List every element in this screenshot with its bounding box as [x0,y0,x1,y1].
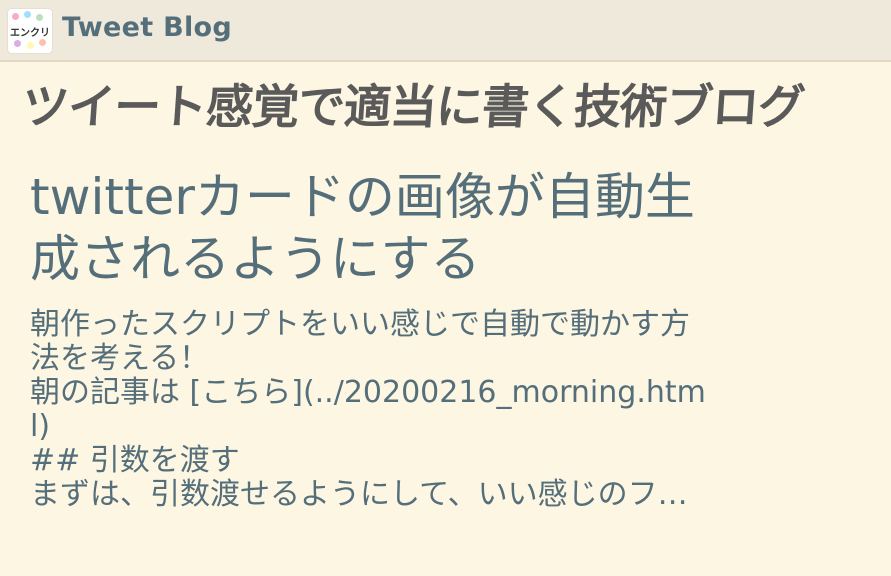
post-title-line: twitterカードの画像が自動生 [30,168,695,226]
logo-dot [36,14,43,21]
site-logo[interactable]: エンクリ [8,9,52,53]
excerpt-line: 朝の記事は [こちら](../20200216_morning.htm [30,375,706,410]
post-title-line: 成されるようにする [30,230,481,288]
excerpt-line: 朝作ったスクリプトをいい感じで自動で動かす方 [30,307,690,342]
excerpt-line: l) [30,409,51,444]
logo-dot [14,40,21,47]
logo-dot [39,39,46,46]
excerpt-line: 法を考える！ [30,341,210,376]
excerpt-line: まずは、引数渡せるようにして、いい感じのフ… [30,477,688,512]
post-excerpt: 朝作ったスクリプトをいい感じで自動で動かす方 法を考える！ 朝の記事は [こちら… [30,308,860,512]
logo-dot [12,13,19,20]
excerpt-line: ## 引数を渡す [30,443,240,478]
site-name-link[interactable]: Tweet Blog [62,12,232,43]
site-header: エンクリ Tweet Blog [0,0,891,62]
post-title-link[interactable]: twitterカードの画像が自動生 成されるようにする [30,166,850,290]
blog-title: ツイート感覚で適当に書く技術ブログ [20,80,806,135]
logo-dot [24,11,31,18]
logo-dot [27,42,34,49]
logo-text: エンクリ [10,28,50,39]
